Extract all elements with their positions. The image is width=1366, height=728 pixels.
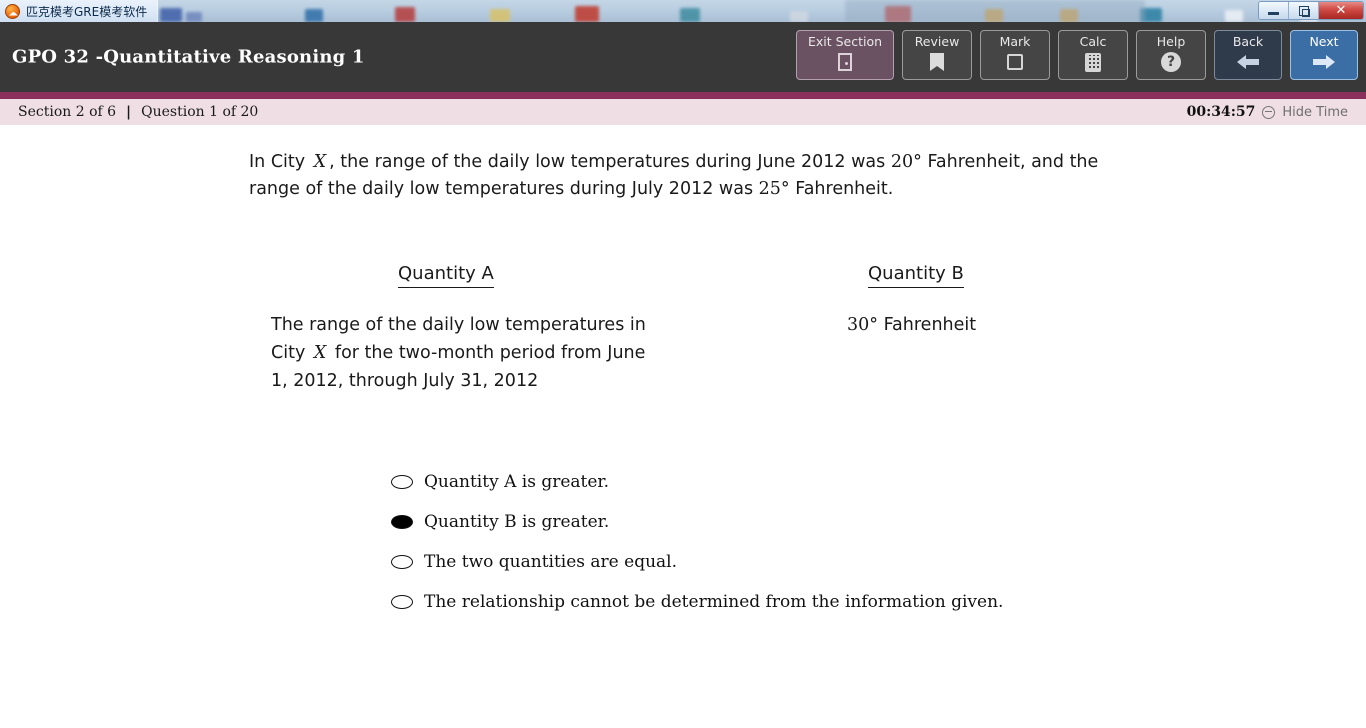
stem-text-2: , the range of the daily low temperature… <box>329 152 891 172</box>
radio-button-icon[interactable] <box>391 475 413 489</box>
arrow-left-icon <box>1237 51 1259 73</box>
status-right-group: 00:34:57 Hide Time <box>1187 104 1348 120</box>
toolbar: Exit Section Review Mark Calc Help ? Bac… <box>796 30 1358 80</box>
stem-degrees-june: 20° <box>890 152 922 172</box>
timer-display: 00:34:57 <box>1186 104 1256 120</box>
answer-option-3[interactable]: The two quantities are equal. <box>391 542 1003 582</box>
answer-option-1-label: Quantity A is greater. <box>424 472 610 492</box>
window-controls[interactable]: ✕ <box>1258 1 1364 20</box>
question-indicator: Question 1 of 20 <box>141 104 259 120</box>
radio-button-icon[interactable] <box>391 555 413 569</box>
minimize-icon <box>1268 12 1279 15</box>
help-label: Help <box>1156 34 1186 49</box>
arrow-right-icon <box>1313 51 1335 73</box>
maximize-button[interactable] <box>1289 2 1319 19</box>
radio-button-icon[interactable] <box>391 595 413 609</box>
quantity-a-body: The range of the daily low temperatures … <box>271 311 651 395</box>
review-label: Review <box>914 34 960 49</box>
restore-icon <box>1298 5 1310 17</box>
titlebar-left-group: 匹克模考GRE模考软件 <box>0 0 159 22</box>
next-button[interactable]: Next <box>1290 30 1358 80</box>
back-label: Back <box>1232 34 1264 49</box>
quantity-b-body: 30° Fahrenheit <box>847 311 976 339</box>
window-title: 匹克模考GRE模考软件 <box>26 4 148 19</box>
hide-time-button[interactable]: Hide Time <box>1282 105 1348 120</box>
question-stem: In City X, the range of the daily low te… <box>249 149 1149 203</box>
minimize-button[interactable] <box>1259 2 1289 19</box>
calc-label: Calc <box>1079 34 1107 49</box>
quantity-b-header: Quantity B <box>868 263 964 288</box>
next-label: Next <box>1309 34 1339 49</box>
header-divider <box>0 92 1366 99</box>
back-button[interactable]: Back <box>1214 30 1282 80</box>
stem-variable-x: X <box>313 152 327 172</box>
square-checkbox-icon <box>1007 51 1023 73</box>
status-bar: Section 2 of 6 | Question 1 of 20 00:34:… <box>0 99 1366 125</box>
answer-option-2[interactable]: Quantity B is greater. <box>391 502 1003 542</box>
mark-label: Mark <box>999 34 1031 49</box>
question-mark-icon: ? <box>1161 51 1181 73</box>
answer-option-4-label: The relationship cannot be determined fr… <box>424 592 1004 612</box>
answer-option-4[interactable]: The relationship cannot be determined fr… <box>391 582 1003 622</box>
stem-degrees-july: 25° <box>758 179 790 199</box>
app-header: GPO 32 -Quantitative Reasoning 1 Exit Se… <box>0 22 1366 92</box>
stem-text-1: In City <box>249 152 311 172</box>
door-icon <box>838 51 852 73</box>
answer-options: Quantity A is greater. Quantity B is gre… <box>391 462 1003 622</box>
quantity-a-header: Quantity A <box>398 263 494 288</box>
exit-section-button[interactable]: Exit Section <box>796 30 894 80</box>
status-left-group: Section 2 of 6 | Question 1 of 20 <box>0 104 258 120</box>
question-content: In City X, the range of the daily low te… <box>0 125 1366 728</box>
circle-minus-icon[interactable] <box>1262 105 1276 119</box>
exit-section-label: Exit Section <box>807 34 883 49</box>
answer-option-1[interactable]: Quantity A is greater. <box>391 462 1003 502</box>
quantity-a-variable-x: X <box>313 343 327 363</box>
app-logo-icon <box>5 3 20 19</box>
quantity-b-degrees: 30° <box>847 315 879 335</box>
section-indicator: Section 2 of 6 <box>18 104 117 120</box>
close-button[interactable]: ✕ <box>1319 2 1363 19</box>
answer-option-3-label: The two quantities are equal. <box>424 552 678 572</box>
status-separator: | <box>126 104 132 120</box>
quantity-b-text: Fahrenheit <box>878 315 977 335</box>
calculator-icon <box>1085 51 1101 73</box>
page-title: GPO 32 -Quantitative Reasoning 1 <box>12 46 365 68</box>
stem-text-4: Fahrenheit. <box>789 179 894 199</box>
mark-button[interactable]: Mark <box>980 30 1050 80</box>
review-button[interactable]: Review <box>902 30 972 80</box>
answer-option-2-label: Quantity B is greater. <box>424 512 610 532</box>
calc-button[interactable]: Calc <box>1058 30 1128 80</box>
help-button[interactable]: Help ? <box>1136 30 1206 80</box>
radio-button-icon-selected[interactable] <box>391 515 413 529</box>
window-titlebar: 匹克模考GRE模考软件 ✕ <box>0 0 1366 22</box>
